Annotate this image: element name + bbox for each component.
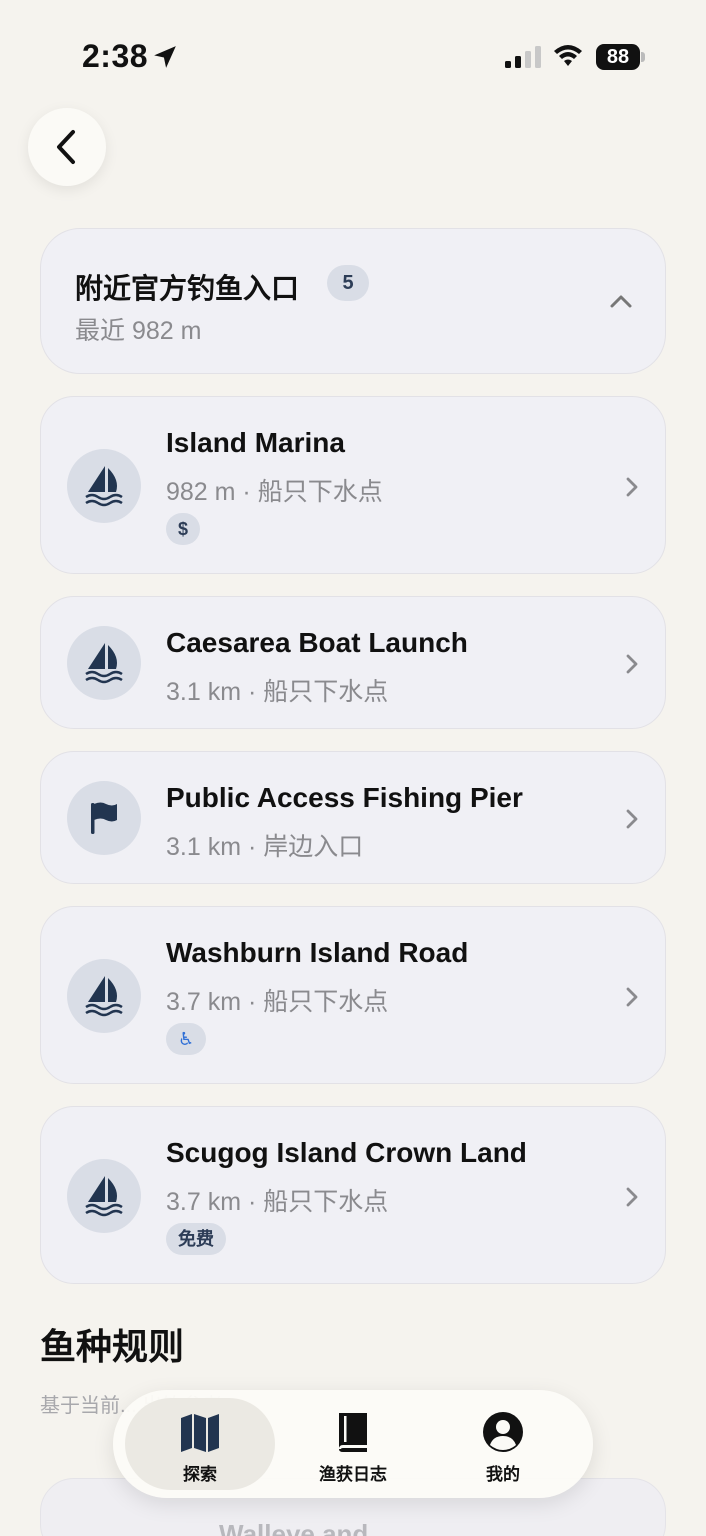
access-point-subtitle: 982 m · 船只下水点 — [166, 478, 383, 506]
access-point-title: Washburn Island Road — [166, 937, 469, 968]
header-subtitle: 最近 982 m — [75, 317, 202, 345]
access-point-title: Public Access Fishing Pier — [166, 782, 523, 813]
access-point-subtitle: 3.7 km · 船只下水点 — [166, 988, 389, 1016]
wifi-icon — [554, 45, 582, 66]
access-point-title: Island Marina — [166, 427, 345, 458]
chevron-right-icon — [626, 1187, 638, 1207]
tab-bar: 探索 渔获日志 我的 — [113, 1390, 593, 1498]
access-point-subtitle: 3.7 km · 船只下水点 — [166, 1188, 389, 1216]
access-point-subtitle: 3.1 km · 船只下水点 — [166, 678, 389, 706]
fee-tag: $ — [166, 513, 201, 545]
status-bar: 2:38 88 — [0, 0, 706, 110]
chevron-right-icon — [626, 654, 638, 674]
sailboat-icon — [67, 626, 141, 700]
back-button[interactable] — [28, 108, 106, 186]
nearby-access-header[interactable]: 附近官方钓鱼入口 5 最近 982 m — [40, 228, 666, 374]
chevron-up-icon[interactable] — [609, 289, 633, 313]
accessible-tag: ♿ — [166, 1023, 207, 1055]
access-point-card[interactable]: Scugog Island Crown Land 3.7 km · 船只下水点 … — [40, 1106, 666, 1284]
flag-icon — [67, 781, 141, 855]
tab-label: 探索 — [183, 1465, 217, 1484]
chevron-right-icon — [626, 477, 638, 497]
chevron-right-icon — [626, 987, 638, 1007]
map-icon — [181, 1414, 219, 1452]
access-point-card[interactable]: Public Access Fishing Pier 3.1 km · 岸边入口 — [40, 751, 666, 884]
access-point-title: Scugog Island Crown Land — [166, 1137, 527, 1168]
battery-level: 88 — [606, 46, 630, 68]
cellular-signal-icon — [505, 46, 541, 68]
tab-label: 渔获日志 — [319, 1465, 387, 1484]
sailboat-icon — [67, 449, 141, 523]
book-icon — [339, 1413, 367, 1452]
access-point-card[interactable]: Washburn Island Road 3.7 km · 船只下水点 ♿ — [40, 906, 666, 1084]
free-tag: 免费 — [166, 1223, 226, 1255]
header-title: 附近官方钓鱼入口 — [75, 273, 300, 304]
battery-indicator: 88 — [596, 44, 645, 70]
person-icon — [483, 1412, 523, 1452]
chevron-right-icon — [626, 809, 638, 829]
species-rule-title: Walleye and — [219, 1519, 369, 1536]
chevron-left-icon — [57, 130, 75, 164]
tab-catch-log[interactable]: 渔获日志 — [278, 1398, 428, 1490]
access-point-card[interactable]: Island Marina 982 m · 船只下水点 $ — [40, 396, 666, 574]
tab-label: 我的 — [486, 1465, 520, 1484]
access-point-title: Caesarea Boat Launch — [166, 627, 468, 658]
access-point-card[interactable]: Caesarea Boat Launch 3.1 km · 船只下水点 — [40, 596, 666, 729]
tab-profile[interactable]: 我的 — [428, 1398, 578, 1490]
sailboat-icon — [67, 959, 141, 1033]
location-arrow-icon — [154, 46, 176, 68]
tab-explore[interactable]: 探索 — [125, 1398, 275, 1490]
section-title: 鱼种规则 — [40, 1326, 185, 1367]
status-time: 2:38 — [82, 38, 149, 74]
count-badge: 5 — [327, 265, 369, 301]
sailboat-icon — [67, 1159, 141, 1233]
access-point-subtitle: 3.1 km · 岸边入口 — [166, 833, 364, 861]
